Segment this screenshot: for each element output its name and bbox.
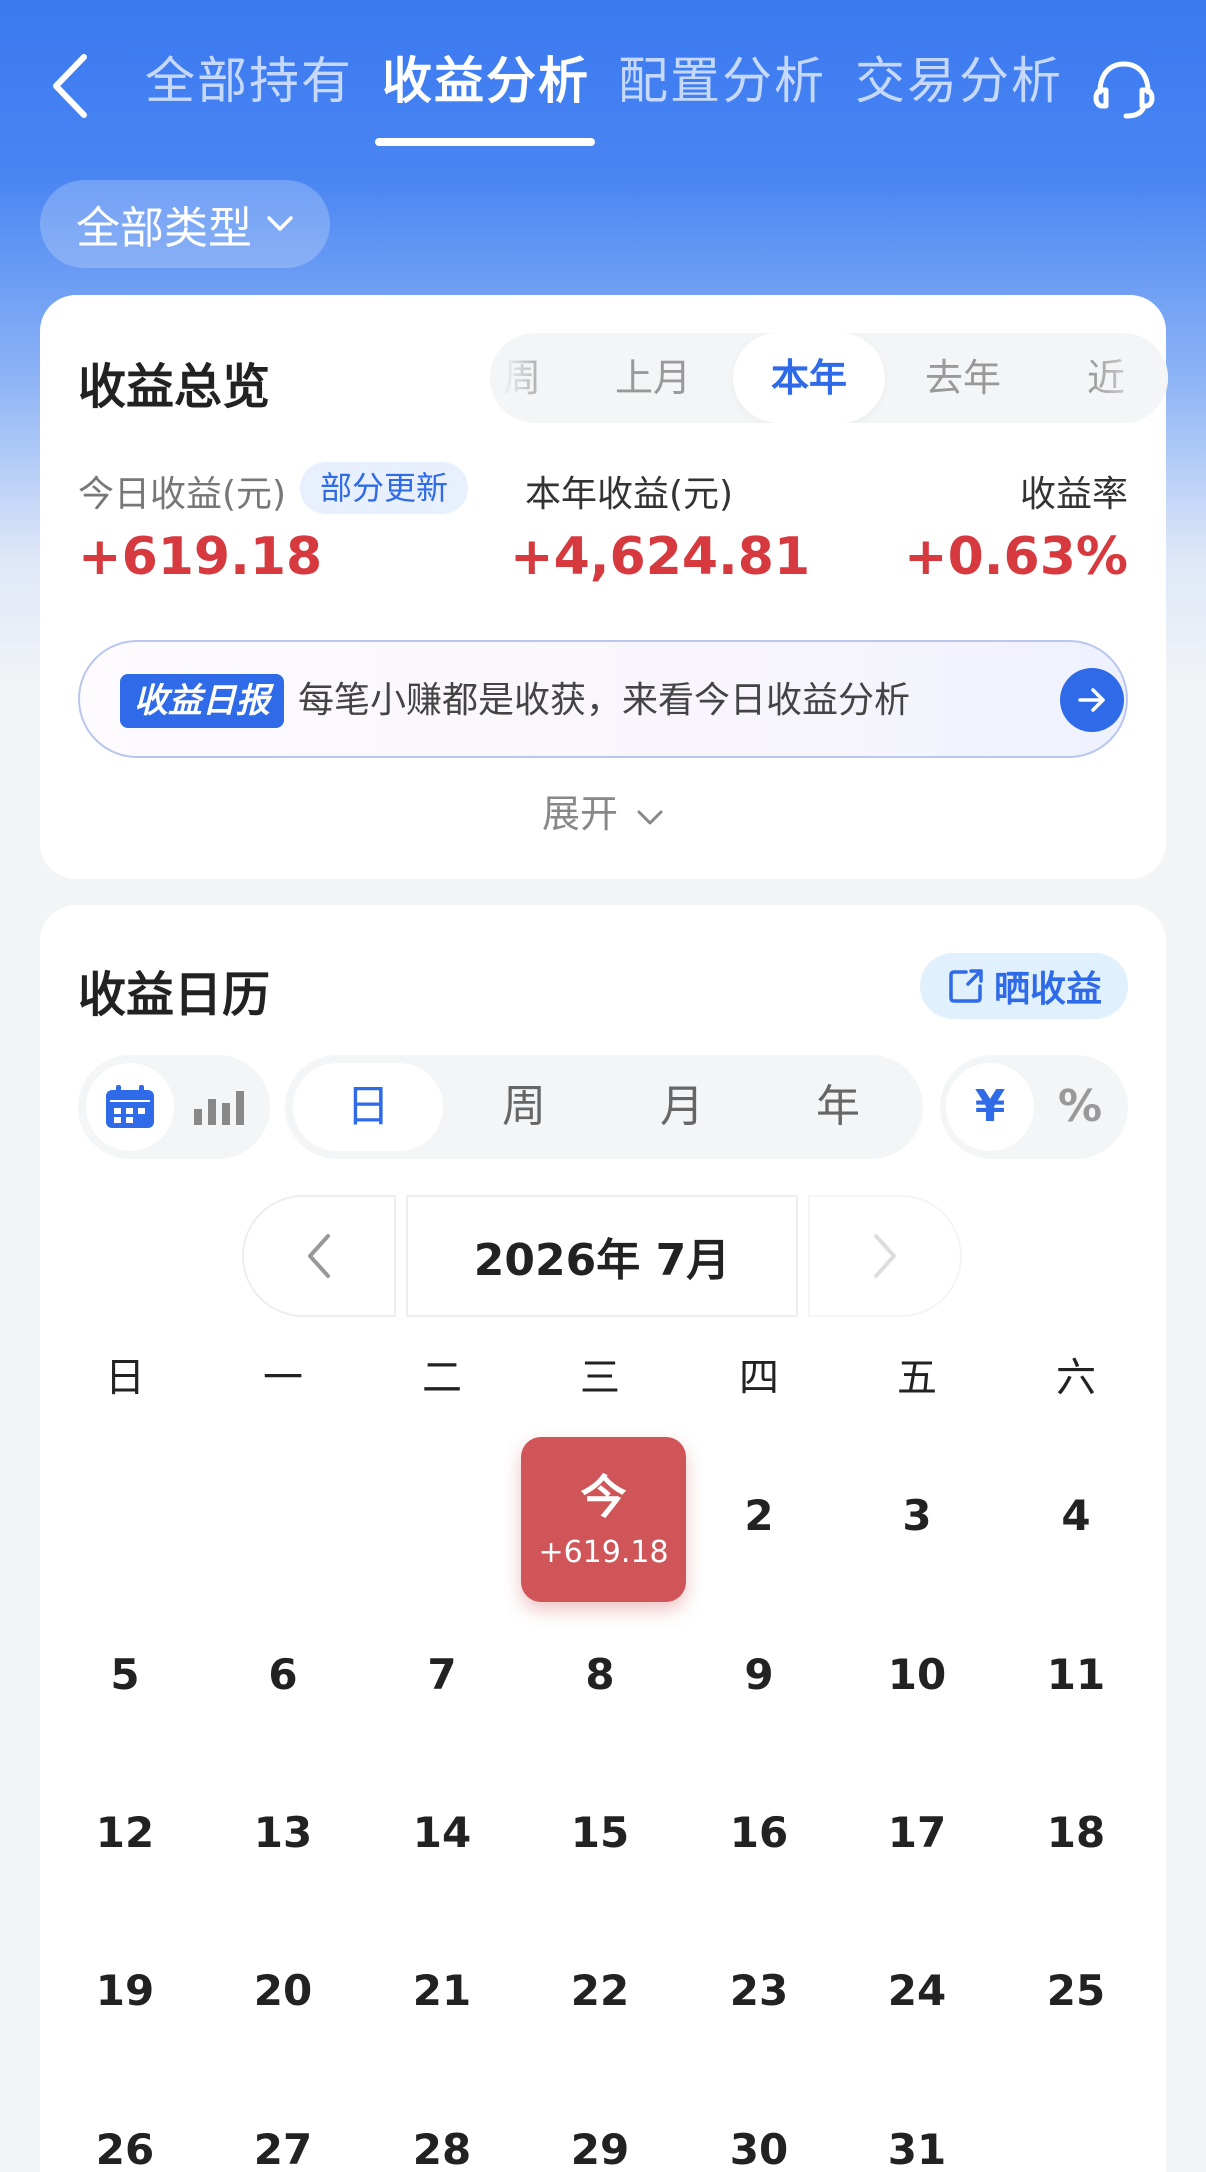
expand-label: 展开 (541, 792, 618, 836)
seg-fade-right (1088, 333, 1168, 423)
period-last-year[interactable]: 去年 (888, 333, 1038, 423)
unit-percent[interactable]: % (1036, 1063, 1124, 1151)
calendar-day[interactable]: 7 (363, 1650, 521, 1699)
back-button[interactable] (40, 46, 100, 126)
expand-toggle[interactable]: 展开 (40, 783, 1166, 838)
calendar-day[interactable]: 28 (363, 2125, 521, 2172)
previous-month-button[interactable] (242, 1195, 396, 1317)
granularity-selector: 日 周 月 年 (285, 1055, 923, 1159)
weekday-sun: 日 (105, 1355, 145, 1401)
calendar-day[interactable]: 13 (204, 1808, 362, 1857)
tab-trade-analysis[interactable]: 交易分析 (855, 46, 1063, 116)
chevron-down-icon (637, 810, 663, 825)
period-last-month[interactable]: 上月 (578, 333, 728, 423)
return-rate-value: +0.63% (904, 527, 1128, 587)
calendar-day[interactable]: 2 (680, 1491, 838, 1540)
weekday-fri: 五 (897, 1355, 937, 1401)
daily-report-tag: 收益日报 (120, 674, 284, 728)
chevron-left-icon (53, 54, 87, 118)
tab-profit-analysis[interactable]: 收益分析 (382, 46, 590, 116)
calendar-day[interactable]: 29 (521, 2125, 679, 2172)
calendar-day[interactable]: 19 (46, 1966, 204, 2015)
calendar-view-option[interactable] (86, 1063, 174, 1151)
weekday-wed: 三 (580, 1355, 620, 1401)
share-profit-label: 晒收益 (993, 969, 1102, 1010)
calendar-day[interactable]: 3 (838, 1491, 996, 1540)
daily-report-banner[interactable]: 收益日报 每笔小赚都是收获，来看今日收益分析 (78, 640, 1128, 758)
weekday-sat: 六 (1056, 1355, 1096, 1401)
calendar-day[interactable]: 10 (838, 1650, 996, 1699)
partial-update-badge: 部分更新 (300, 462, 469, 514)
calendar-day[interactable]: 12 (46, 1808, 204, 1857)
arrow-right-icon (1078, 688, 1105, 712)
top-nav: 全部持有 收益分析 配置分析 交易分析 (0, 0, 1206, 160)
calendar-day[interactable]: 15 (521, 1808, 679, 1857)
calendar-icon (106, 1085, 154, 1128)
calendar-day[interactable]: 8 (521, 1650, 679, 1699)
period-selector: 周 上月 本年 去年 近 (490, 333, 1168, 423)
overview-title: 收益总览 (78, 359, 271, 415)
chevron-left-icon (308, 1234, 330, 1278)
chevron-right-icon (874, 1234, 896, 1278)
today-label: 今 (580, 1470, 627, 1524)
return-rate-label: 收益率 (1019, 474, 1128, 515)
today-profit: +619.18 (538, 1535, 669, 1570)
granularity-day[interactable]: 日 (293, 1063, 443, 1151)
granularity-month[interactable]: 月 (607, 1063, 757, 1151)
view-mode-toggle (78, 1055, 270, 1159)
share-profit-button[interactable]: 晒收益 (920, 953, 1128, 1019)
granularity-year[interactable]: 年 (763, 1063, 913, 1151)
calendar-day[interactable]: 5 (46, 1650, 204, 1699)
headset-icon (1093, 61, 1155, 119)
granularity-week[interactable]: 周 (449, 1063, 599, 1151)
weekday-tue: 二 (422, 1355, 462, 1401)
calendar-day[interactable]: 6 (204, 1650, 362, 1699)
chart-view-option[interactable] (174, 1063, 262, 1151)
calendar-day[interactable]: 26 (46, 2125, 204, 2172)
calendar-day[interactable]: 22 (521, 1966, 679, 2015)
weekday-thu: 四 (739, 1355, 779, 1401)
seg-fade-left (490, 333, 550, 423)
calendar-day[interactable]: 31 (838, 2125, 996, 2172)
calendar-day[interactable]: 30 (680, 2125, 838, 2172)
type-filter-dropdown[interactable]: 全部类型 (40, 180, 330, 268)
calendar-day[interactable]: 24 (838, 1966, 996, 2015)
year-profit-value: +4,624.81 (510, 527, 811, 587)
chevron-down-icon (267, 216, 293, 231)
calendar-day[interactable]: 27 (204, 2125, 362, 2172)
calendar-day[interactable]: 25 (997, 1966, 1155, 2015)
today-profit-label: 今日收益(元) (78, 474, 287, 515)
calendar-day[interactable]: 9 (680, 1650, 838, 1699)
calendar-day[interactable]: 11 (997, 1650, 1155, 1699)
calendar-day[interactable]: 21 (363, 1966, 521, 2015)
profit-calendar-card: 收益日历 晒收益 日 周 月 年 ¥ % 2026年 7月 日 一 二 三 四 … (40, 905, 1166, 2172)
unit-toggle: ¥ % (940, 1055, 1128, 1159)
calendar-day[interactable]: 18 (997, 1808, 1155, 1857)
next-month-button[interactable] (808, 1195, 962, 1317)
customer-service-button[interactable] (1088, 52, 1160, 124)
daily-report-text: 每笔小赚都是收获，来看今日收益分析 (298, 680, 911, 721)
calendar-day[interactable]: 4 (997, 1491, 1155, 1540)
type-filter-label: 全部类型 (76, 203, 252, 254)
active-tab-indicator (375, 138, 595, 146)
weekday-mon: 一 (263, 1355, 303, 1401)
tab-allocation-analysis[interactable]: 配置分析 (618, 46, 826, 116)
calendar-day[interactable]: 17 (838, 1808, 996, 1857)
current-month-label[interactable]: 2026年 7月 (406, 1195, 798, 1317)
calendar-day[interactable]: 16 (680, 1808, 838, 1857)
daily-report-go-button[interactable] (1060, 668, 1124, 732)
unit-amount[interactable]: ¥ (946, 1063, 1034, 1151)
year-profit-label: 本年收益(元) (525, 474, 734, 515)
period-this-year[interactable]: 本年 (733, 333, 885, 423)
calendar-day[interactable]: 20 (204, 1966, 362, 2015)
share-external-icon (949, 969, 983, 1003)
tab-all-holdings[interactable]: 全部持有 (145, 46, 353, 116)
today-profit-value: +619.18 (78, 527, 323, 587)
bar-chart-icon (194, 1091, 244, 1125)
calendar-day[interactable]: 14 (363, 1808, 521, 1857)
profit-overview-card: 收益总览 周 上月 本年 去年 近 今日收益(元) 部分更新 +619.18 本… (40, 295, 1168, 879)
calendar-title: 收益日历 (78, 967, 271, 1023)
calendar-day[interactable]: 23 (680, 1966, 838, 2015)
calendar-day-today[interactable]: 今 +619.18 (521, 1437, 686, 1602)
